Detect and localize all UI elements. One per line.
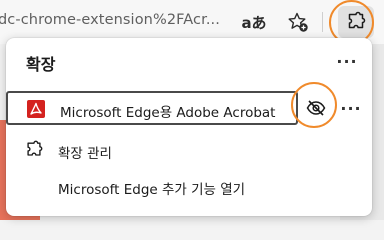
panel-title: 확장 [26, 55, 56, 74]
extension-item-adobe-acrobat[interactable]: Microsoft Edge용 Adobe Acrobat [6, 91, 298, 125]
menu-item-label: 확장 관리 [58, 146, 112, 162]
extension-more-options-button[interactable]: ··· [338, 93, 364, 123]
extension-name: Microsoft Edge용 Adobe Acrobat [60, 105, 276, 121]
add-favorite-icon[interactable] [284, 9, 312, 35]
hide-from-toolbar-icon [306, 100, 326, 116]
extensions-icon [348, 11, 366, 29]
hide-from-toolbar-button[interactable] [301, 93, 331, 123]
menu-item-label: Microsoft Edge 추가 기능 열기 [58, 182, 246, 198]
manage-extensions-item[interactable]: 확장 관리 [6, 134, 372, 166]
extensions-panel: 확장 ··· Microsoft Edge용 Adobe Acrobat ···… [6, 38, 372, 216]
panel-more-options-button[interactable]: ··· [332, 48, 362, 74]
adobe-acrobat-icon [27, 100, 45, 118]
read-aloud-icon[interactable]: aあ [240, 9, 268, 35]
open-edge-addons-item[interactable]: Microsoft Edge 추가 기능 열기 [6, 170, 372, 202]
toolbar-divider [322, 12, 323, 32]
extensions-button[interactable] [338, 6, 374, 38]
address-bar-text[interactable]: dc-chrome-extension%2FAcr... [0, 12, 220, 28]
puzzle-icon [24, 140, 44, 160]
